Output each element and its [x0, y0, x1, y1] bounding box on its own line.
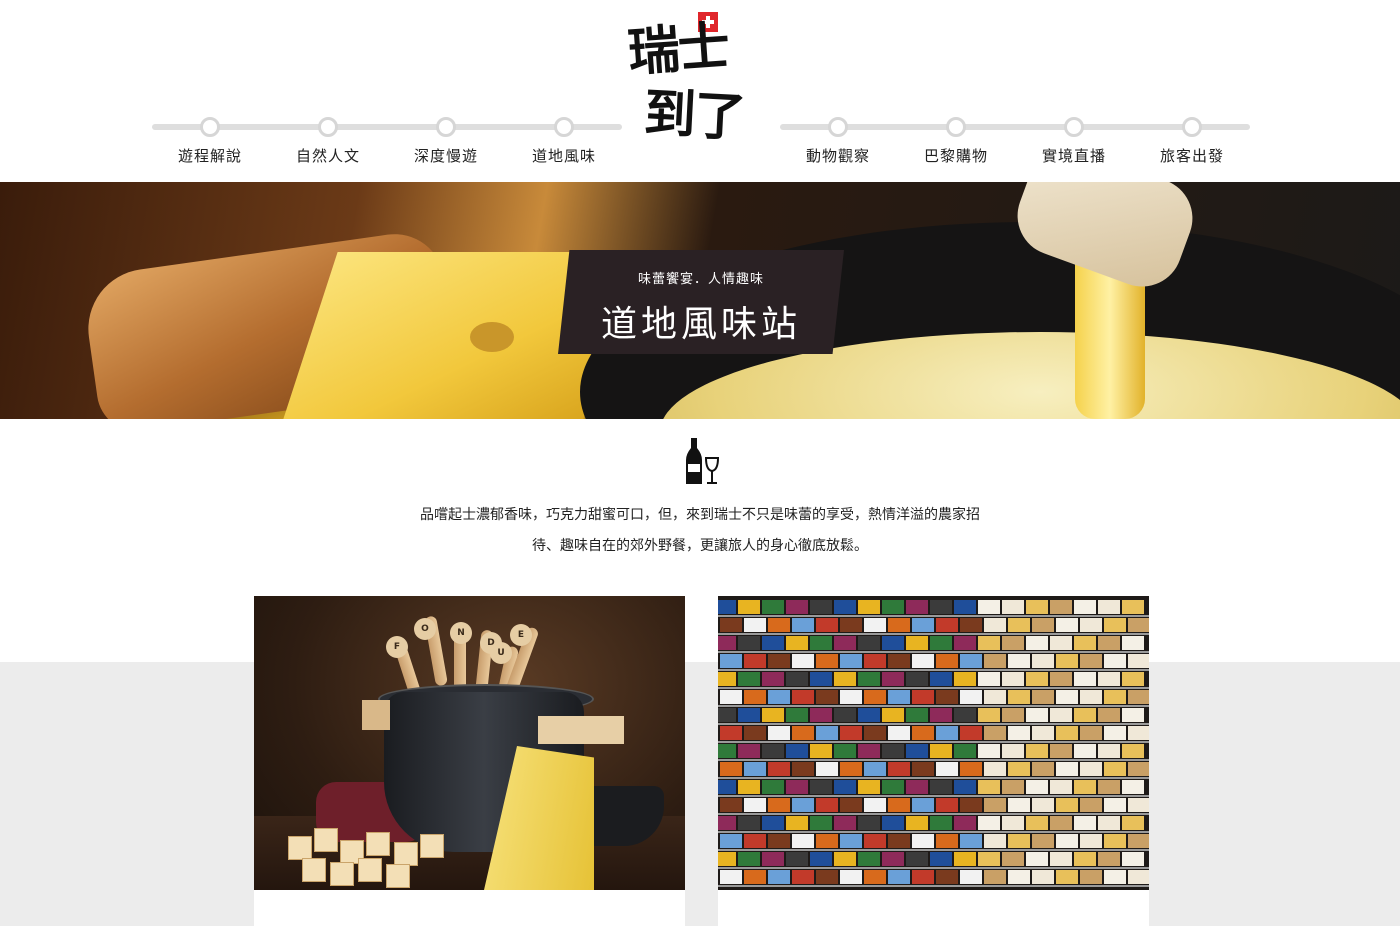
- hero-title-box: 味蕾饗宴．人情趣味 道地風味站: [558, 250, 844, 354]
- nav-label: 實境直播: [1041, 147, 1106, 165]
- intro-text: 品嚐起士濃郁香味，巧克力甜蜜可口，但，來到瑞士不只是味蕾的享受，熱情洋溢的農家招…: [420, 507, 980, 554]
- hero-title: 道地風味站: [600, 304, 801, 345]
- nav-dot: [946, 117, 966, 137]
- fork-letter: E: [510, 624, 532, 646]
- hero-subtitle: 味蕾饗宴．人情趣味: [637, 272, 764, 287]
- nav-dot: [1182, 117, 1202, 137]
- nav-label: 遊程解說: [177, 147, 242, 165]
- nav-dot: [436, 117, 456, 137]
- nav-dot: [554, 117, 574, 137]
- logo-line-1: 瑞士: [625, 15, 730, 84]
- fork-letter: U: [490, 642, 512, 664]
- logo-line-2: 到了: [642, 82, 746, 149]
- nav-item-slow-travel[interactable]: 深度慢遊: [386, 117, 506, 166]
- nav-label: 動物觀察: [805, 147, 870, 165]
- gallery-background: [0, 662, 1400, 926]
- nav-item-departure[interactable]: 旅客出發: [1132, 117, 1252, 166]
- card-chocolate[interactable]: [718, 596, 1149, 926]
- nav-dot: [828, 117, 848, 137]
- nav-label: 深度慢遊: [413, 147, 478, 165]
- nav-label: 道地風味: [531, 147, 596, 165]
- nav-label: 旅客出發: [1159, 147, 1224, 165]
- chocolate-shelf-photo: [718, 596, 1149, 890]
- fork-letter: N: [450, 622, 472, 644]
- fondue-pot-photo: F O N D U E: [254, 596, 685, 890]
- site-header: 遊程解說 自然人文 深度慢遊 道地風味 瑞士 到了 動物觀察 巴黎購物 實境直播…: [0, 0, 1400, 182]
- nav-item-live[interactable]: 實境直播: [1014, 117, 1134, 166]
- fork-letter: O: [414, 618, 436, 640]
- hero-banner: 味蕾饗宴．人情趣味 道地風味站: [0, 182, 1400, 419]
- nav-item-local-flavor[interactable]: 道地風味: [504, 117, 624, 166]
- chocolate-shelves: [718, 600, 1149, 887]
- wine-bottle-glass-icon: [686, 438, 720, 484]
- fork-letter: F: [386, 636, 408, 658]
- nav-dot: [318, 117, 338, 137]
- nav-item-nature-culture[interactable]: 自然人文: [268, 117, 388, 166]
- nav-dot: [200, 117, 220, 137]
- nav-item-animals[interactable]: 動物觀察: [778, 117, 898, 166]
- nav-dot: [1064, 117, 1084, 137]
- site-logo[interactable]: 瑞士 到了: [622, 12, 772, 162]
- card-fondue[interactable]: F O N D U E: [254, 596, 685, 926]
- nav-label: 自然人文: [295, 147, 360, 165]
- nav-item-paris-shopping[interactable]: 巴黎購物: [896, 117, 1016, 166]
- nav-item-itinerary[interactable]: 遊程解說: [150, 117, 270, 166]
- nav-label: 巴黎購物: [923, 147, 988, 165]
- hero-cheese-hole: [470, 322, 514, 352]
